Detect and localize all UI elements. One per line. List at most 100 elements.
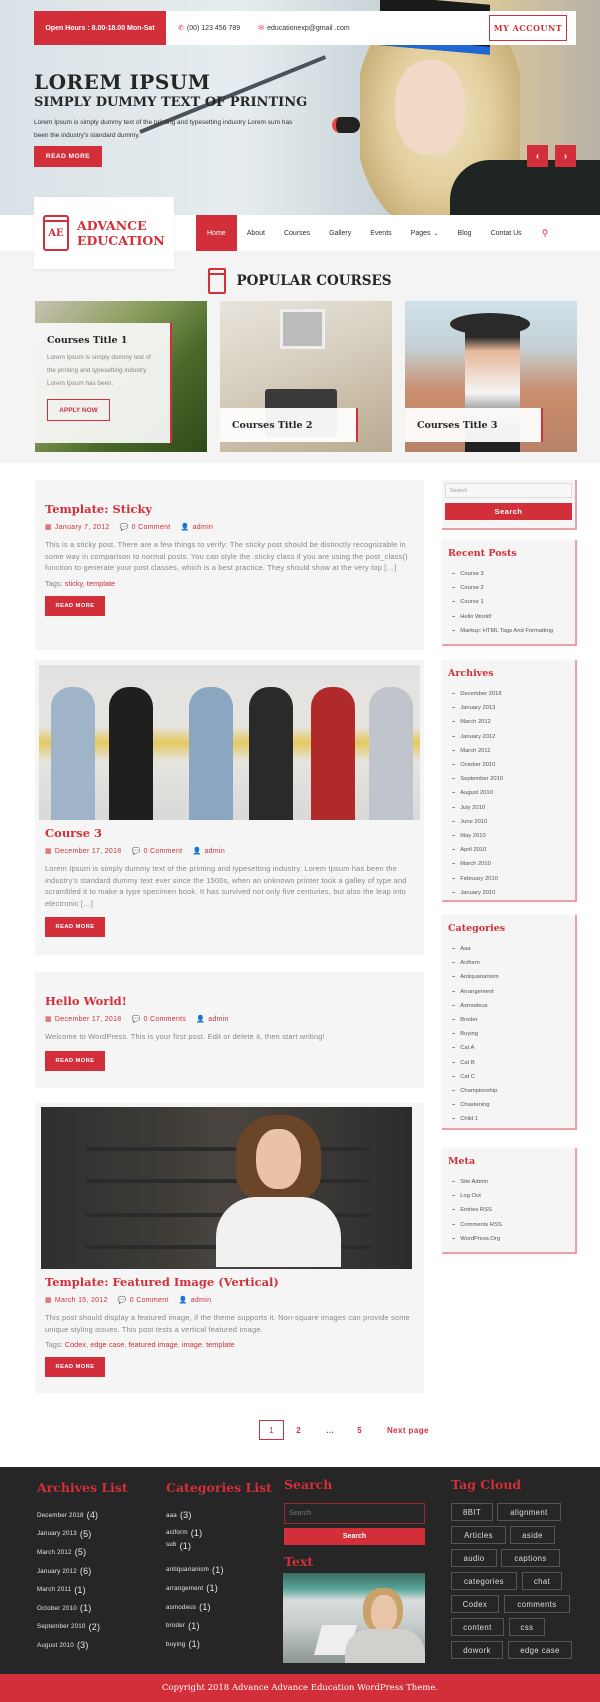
archive-link[interactable]: January 2010 (448, 886, 569, 900)
tag-link[interactable]: sticky (65, 579, 83, 588)
search-icon[interactable]: ⚲ (542, 228, 549, 239)
post-comments[interactable]: 💬 0 Comment (118, 1296, 169, 1304)
tag-cloud-item[interactable]: categories (451, 1572, 517, 1590)
archive-link[interactable]: March 2010 (448, 857, 569, 871)
post-title[interactable]: Template: Featured Image (Vertical) (45, 1275, 414, 1289)
post-featured-image[interactable] (41, 1107, 412, 1269)
archive-link[interactable]: May 2010 (448, 829, 569, 843)
footer-category-link[interactable]: aciform (1) (166, 1525, 224, 1541)
archive-link[interactable]: January 2012 (448, 730, 569, 744)
tag-cloud-item[interactable]: alignment (497, 1503, 561, 1521)
tag-cloud-item[interactable]: 8BIT (451, 1503, 493, 1521)
nav-item-blog[interactable]: Blog (449, 215, 481, 251)
read-more-button[interactable]: READ MORE (45, 595, 105, 616)
tag-link[interactable]: image (182, 1340, 202, 1349)
category-link[interactable]: Aaa (448, 942, 569, 956)
archive-link[interactable]: December 2018 (448, 687, 569, 701)
archive-link[interactable]: March 2011 (448, 744, 569, 758)
archive-link[interactable]: January 2013 (448, 701, 569, 715)
footer-category-link[interactable]: buying (1) (166, 1635, 224, 1654)
meta-link[interactable]: Entries RSS (448, 1203, 569, 1217)
category-link[interactable]: Antiquarianism (448, 970, 569, 984)
footer-category-link[interactable]: broder (1) (166, 1616, 224, 1635)
nav-item-gallery[interactable]: Gallery (320, 215, 360, 251)
footer-category-link[interactable]: sub (1) (166, 1541, 224, 1561)
post-date[interactable]: ▦ December 17, 2018 (45, 847, 122, 855)
archive-link[interactable]: February 2010 (448, 871, 569, 885)
nav-item-about[interactable]: About (238, 215, 274, 251)
read-more-button[interactable]: READ MORE (45, 1357, 105, 1377)
tag-link[interactable]: featured image (128, 1340, 177, 1349)
tag-cloud-item[interactable]: dowork (451, 1641, 503, 1659)
footer-search-input[interactable]: Search (284, 1503, 425, 1524)
footer-archive-link[interactable]: August 2010 (3) (37, 1636, 100, 1655)
recent-post-link[interactable]: Course 1 (448, 595, 569, 609)
tag-link[interactable]: edge case (90, 1340, 124, 1349)
nav-item-home[interactable]: Home (196, 215, 237, 251)
read-more-button[interactable]: READ MORE (45, 1050, 105, 1071)
archive-link[interactable]: March 2012 (448, 715, 569, 729)
post-author[interactable]: 👤 admin (192, 847, 225, 855)
slider-prev-button[interactable]: ‹ (527, 145, 548, 167)
tag-cloud-item[interactable]: edge case (508, 1641, 572, 1659)
tag-link[interactable]: template (87, 579, 115, 588)
category-link[interactable]: Cat B (448, 1056, 569, 1070)
post-date[interactable]: ▦ December 17, 2018 (45, 1015, 122, 1023)
meta-link[interactable]: Log Out (448, 1189, 569, 1203)
footer-category-link[interactable]: aaa (3) (166, 1506, 224, 1525)
category-link[interactable]: Broder (448, 1013, 569, 1027)
recent-post-link[interactable]: Markup: HTML Tags And Formatting (448, 624, 569, 638)
footer-archive-link[interactable]: December 2018 (4) (37, 1506, 100, 1525)
meta-link[interactable]: Site Admin (448, 1175, 569, 1189)
footer-archive-link[interactable]: September 2010 (2) (37, 1618, 100, 1637)
meta-link[interactable]: Comments RSS (448, 1218, 569, 1232)
hero-read-more-button[interactable]: READ MORE (34, 146, 102, 167)
archive-link[interactable]: October 2010 (448, 758, 569, 772)
post-comments[interactable]: 💬 0 Comments (132, 1015, 187, 1023)
category-link[interactable]: Chastening (448, 1098, 569, 1112)
nav-item-events[interactable]: Events (361, 215, 400, 251)
tag-cloud-item[interactable]: content (451, 1618, 504, 1636)
read-more-button[interactable]: READ MORE (45, 917, 105, 937)
post-title[interactable]: Hello World! (45, 994, 414, 1008)
footer-archive-link[interactable]: March 2012 (5) (37, 1543, 100, 1562)
tag-cloud-item[interactable]: comments (504, 1595, 570, 1613)
archive-link[interactable]: August 2010 (448, 786, 569, 800)
page-5[interactable]: 5 (347, 1420, 372, 1440)
recent-post-link[interactable]: Course 3 (448, 567, 569, 581)
tag-cloud-item[interactable]: Codex (451, 1595, 499, 1613)
post-date[interactable]: ▦ January 7, 2012 (45, 523, 110, 531)
phone-contact[interactable]: ✆ (00) 123 456 789 (178, 24, 240, 33)
category-link[interactable]: Cat A (448, 1041, 569, 1055)
page-2[interactable]: 2 (286, 1420, 311, 1440)
course-card-3[interactable]: Courses Title 3 (405, 301, 577, 452)
next-page-link[interactable]: Next page (387, 1426, 429, 1435)
post-comments[interactable]: 💬 0 Comment (132, 847, 183, 855)
slider-next-button[interactable]: › (555, 145, 576, 167)
recent-post-link[interactable]: Hello World! (448, 610, 569, 624)
category-link[interactable]: Child 1 (448, 1112, 569, 1126)
nav-item-courses[interactable]: Courses (275, 215, 319, 251)
post-author[interactable]: 👤 admin (179, 1296, 212, 1304)
tag-cloud-item[interactable]: Articles (451, 1526, 506, 1544)
nav-item-contact[interactable]: Contat Us (482, 215, 531, 251)
tag-cloud-item[interactable]: captions (501, 1549, 560, 1567)
apply-now-button[interactable]: APPLY NOW (47, 399, 110, 421)
tag-cloud-item[interactable]: aside (510, 1526, 555, 1544)
footer-search-button[interactable]: Search (284, 1528, 425, 1545)
category-link[interactable]: Cat C (448, 1070, 569, 1084)
tag-link[interactable]: template (206, 1340, 234, 1349)
footer-category-link[interactable]: antiquarianism (1) (166, 1561, 224, 1580)
archive-link[interactable]: April 2010 (448, 843, 569, 857)
category-link[interactable]: Aciform (448, 956, 569, 970)
archive-link[interactable]: September 2010 (448, 772, 569, 786)
category-link[interactable]: Championship (448, 1084, 569, 1098)
recent-post-link[interactable]: Course 2 (448, 581, 569, 595)
category-link[interactable]: Arrangement (448, 985, 569, 999)
meta-link[interactable]: WordPress.Org (448, 1232, 569, 1246)
tag-cloud-item[interactable]: audio (451, 1549, 497, 1567)
course-card-2[interactable]: Courses Title 2 (220, 301, 392, 452)
nav-item-pages[interactable]: Pages ⌄ (402, 215, 448, 251)
tag-cloud-item[interactable]: css (509, 1618, 545, 1636)
sidebar-search-button[interactable]: Search (445, 503, 572, 520)
